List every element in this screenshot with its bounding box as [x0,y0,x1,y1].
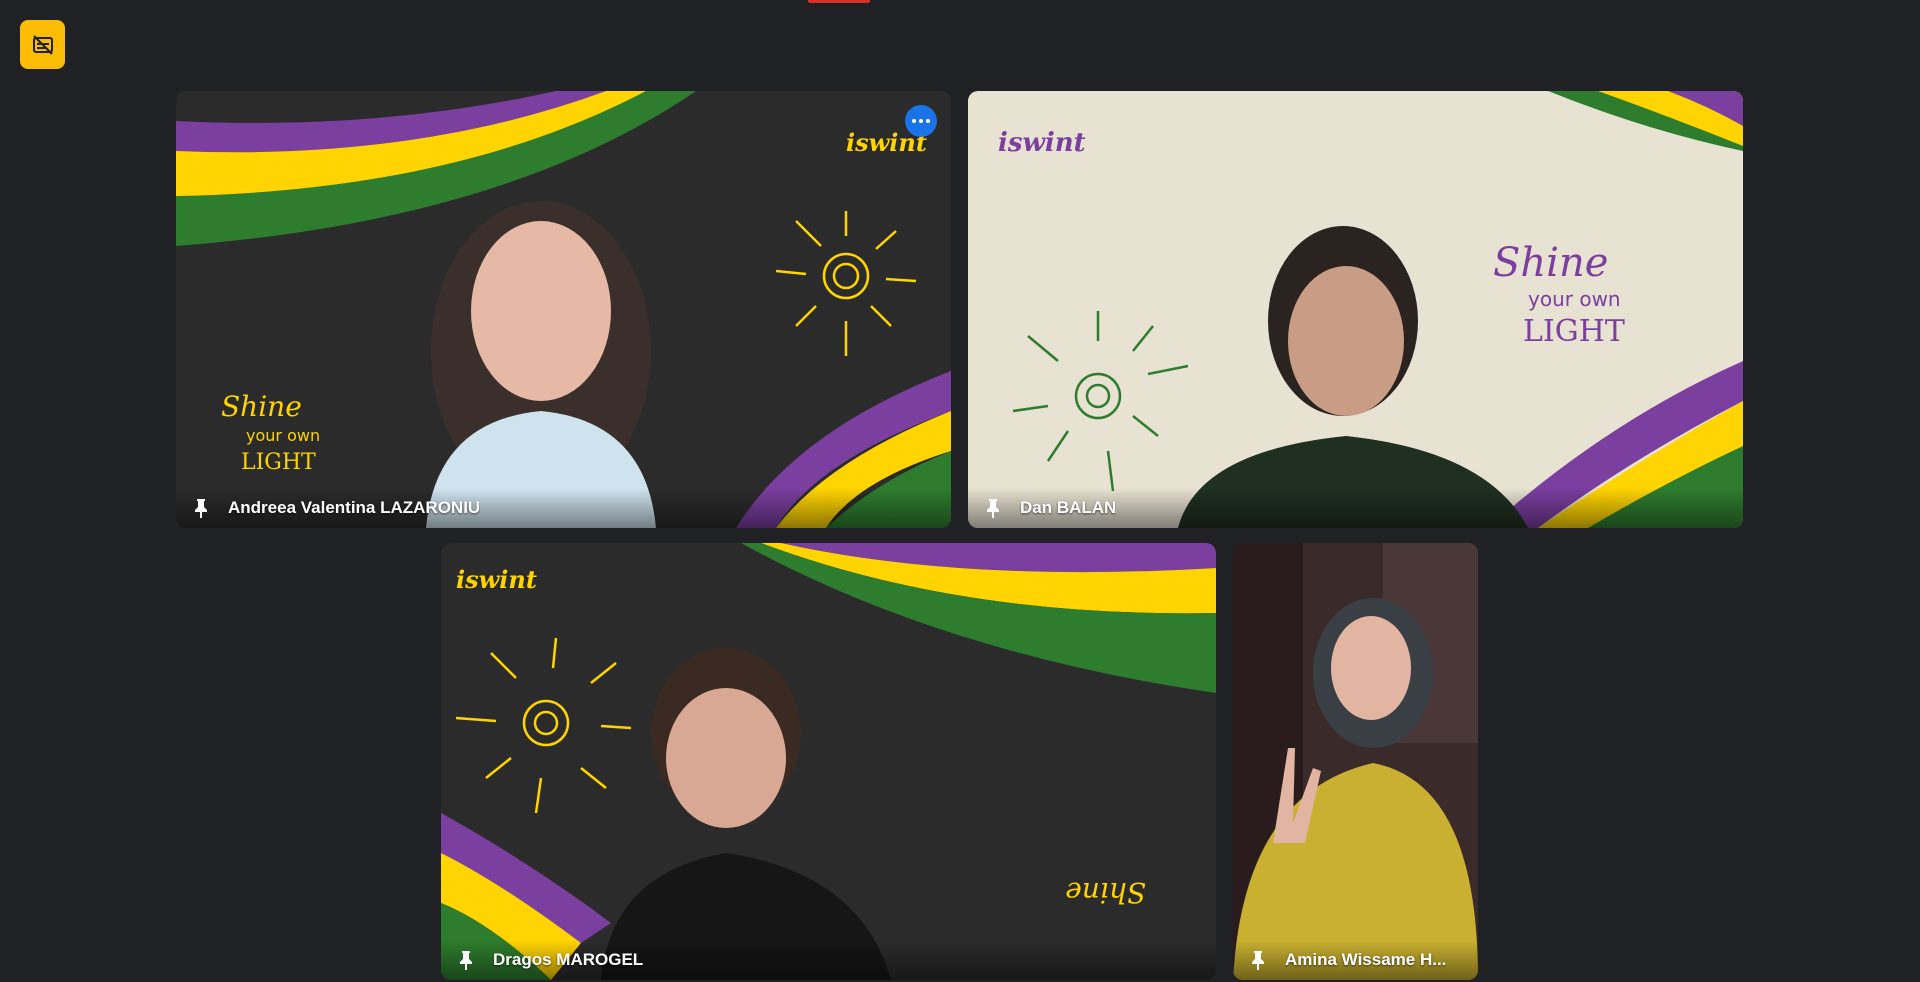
pin-icon[interactable] [982,497,1004,519]
svg-text:your own: your own [1528,287,1621,311]
meeting-stage: Shine your own LIGHT iswint Andreea Vale… [0,0,1920,982]
svg-text:Shine: Shine [1065,876,1146,909]
participant-name-bar: Andreea Valentina LAZARONIU [176,488,951,528]
captions-off-icon [32,34,53,55]
more-options-button[interactable] [905,105,937,137]
svg-text:your own: your own [246,426,320,445]
participant-tile-dragos[interactable]: Shine iswint Dragos MAROGEL [441,543,1216,980]
participant-name-bar: Amina Wissame H... [1233,940,1478,980]
pin-icon[interactable] [190,497,212,519]
participant-name: Andreea Valentina LAZARONIU [228,498,481,517]
participant-name: Dan BALAN [1020,498,1117,517]
svg-text:iswint: iswint [998,128,1086,158]
svg-text:LIGHT: LIGHT [1523,314,1625,349]
participant-name-bar: Dan BALAN [968,488,1743,528]
participant-name: Dragos MAROGEL [493,950,644,969]
more-options-icon [912,119,916,123]
video-feed: Shine your own LIGHT iswint [968,91,1743,528]
svg-text:iswint: iswint [456,565,537,594]
pin-icon[interactable] [455,949,477,971]
recording-indicator [808,0,870,3]
pin-icon[interactable] [1247,949,1269,971]
video-feed: Shine iswint [441,543,1216,980]
participant-name-bar: Dragos MAROGEL [441,940,1216,980]
participant-tile-andreea[interactable]: Shine your own LIGHT iswint Andreea Vale… [176,91,951,528]
video-feed [1233,543,1478,980]
participant-name: Amina Wissame H... [1285,950,1447,969]
captions-off-button[interactable] [20,20,65,69]
svg-text:LIGHT: LIGHT [241,450,316,475]
tagline: Shine [221,390,302,423]
video-feed: Shine your own LIGHT iswint [176,91,951,528]
participant-tile-amina[interactable]: Amina Wissame H... [1233,543,1478,980]
participant-tile-dan[interactable]: Shine your own LIGHT iswint Dan BALAN [968,91,1743,528]
svg-text:Shine: Shine [1493,240,1608,286]
